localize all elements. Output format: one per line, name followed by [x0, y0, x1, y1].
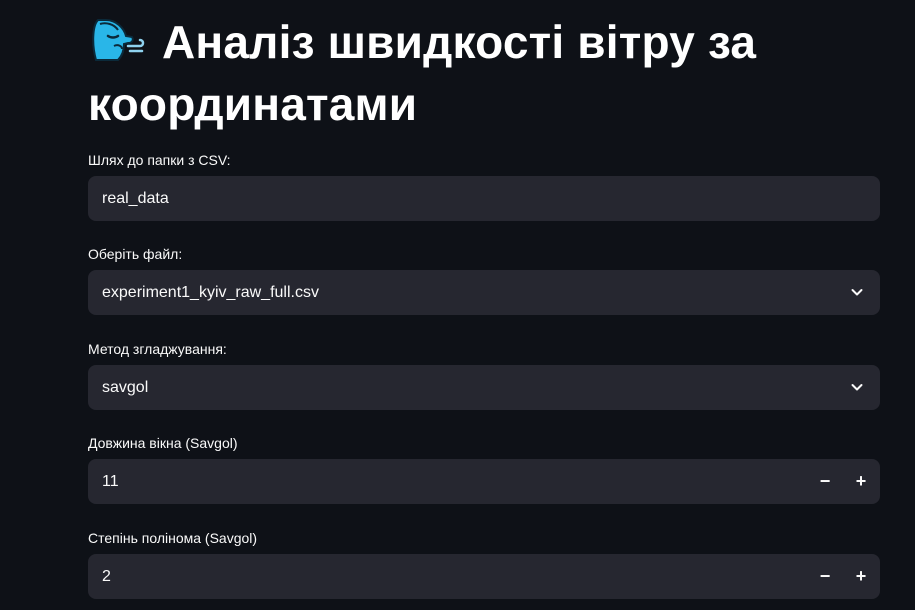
wind-face-icon — [88, 16, 148, 64]
poly-order-increment-button[interactable]: + — [844, 554, 878, 599]
window-length-label: Довжина вікна (Savgol) — [88, 435, 238, 451]
poly-order-input[interactable]: 2 — [102, 554, 111, 599]
poly-order-label: Степінь полінома (Savgol) — [88, 530, 258, 546]
window-length-decrement-button[interactable]: − — [808, 459, 842, 504]
window-length-stepper: 11 − + — [88, 459, 880, 504]
poly-order-decrement-button[interactable]: − — [808, 554, 842, 599]
page-title: Аналіз швидкості вітру за координатами — [88, 0, 880, 135]
window-length-input[interactable]: 11 — [102, 459, 119, 504]
folder-path-field: Шлях до папки з CSV: real_data — [88, 150, 880, 221]
smoothing-method-label: Метод згладжування: — [88, 341, 227, 357]
folder-path-input[interactable]: real_data — [88, 176, 880, 221]
window-length-increment-button[interactable]: + — [844, 459, 878, 504]
file-select[interactable]: experiment1_kyiv_raw_full.csv — [88, 270, 880, 315]
file-select-value: experiment1_kyiv_raw_full.csv — [102, 284, 319, 301]
file-select-field: Оберіть файл: experiment1_kyiv_raw_full.… — [88, 244, 880, 315]
smoothing-method-select[interactable]: savgol — [88, 365, 880, 410]
smoothing-method-field: Метод згладжування: savgol — [88, 339, 880, 410]
poly-order-field: Степінь полінома (Savgol) 2 − + — [88, 528, 880, 599]
smoothing-method-value: savgol — [102, 379, 149, 396]
folder-path-value: real_data — [102, 190, 169, 207]
chevron-down-icon — [851, 384, 863, 391]
folder-path-label: Шлях до папки з CSV: — [88, 152, 231, 168]
file-select-label: Оберіть файл: — [88, 246, 183, 262]
chevron-down-icon — [851, 289, 863, 296]
main-content: Аналіз швидкості вітру за координатами Ш… — [88, 0, 880, 599]
app-page: Аналіз швидкості вітру за координатами Ш… — [0, 0, 915, 610]
window-length-field: Довжина вікна (Savgol) 11 − + — [88, 433, 880, 504]
poly-order-stepper: 2 − + — [88, 554, 880, 599]
page-title-text: Аналіз швидкості вітру за координатами — [88, 16, 757, 130]
